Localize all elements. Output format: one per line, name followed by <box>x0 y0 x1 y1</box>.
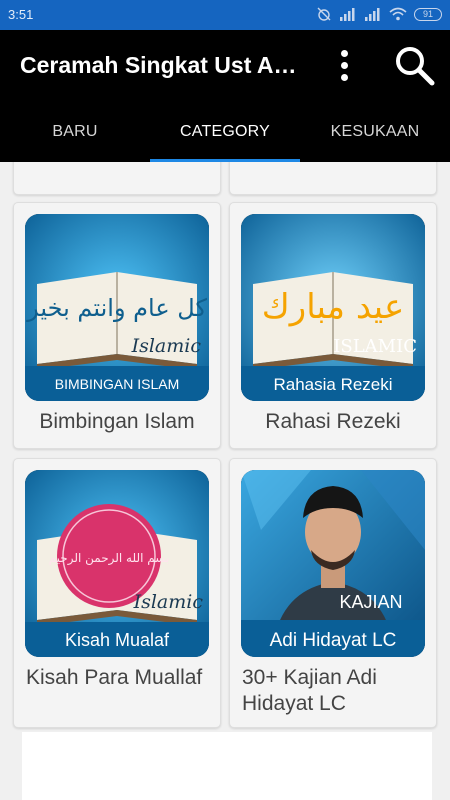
alarm-off-icon <box>317 7 331 21</box>
wifi-icon <box>389 7 407 21</box>
category-thumbnail: بسم الله الرحمن الرحيم Islamic Kisah Mua… <box>25 470 209 657</box>
status-time: 3:51 <box>8 7 34 22</box>
tab-category[interactable]: CATEGORY <box>150 102 300 162</box>
tab-baru[interactable]: BARU <box>0 102 150 162</box>
thumbnail-tag: ISLAMIC <box>333 336 417 357</box>
category-card-rahasi-rezeki[interactable]: عيد مبارك ISLAMIC Rahasia Rezeki Rahasi … <box>229 202 437 449</box>
category-thumbnail: كل عام وانتم بخير Islamic BIMBINGAN ISLA… <box>25 214 209 401</box>
thumbnail-tag: Islamic <box>131 335 202 357</box>
app-title: Ceramah Singkat Ust Adi Hidayat <box>20 52 302 78</box>
category-thumbnail: KAJIAN Adi Hidayat LC <box>241 470 425 657</box>
category-card-kajian-adi-hidayat[interactable]: KAJIAN Adi Hidayat LC 30+ Kajian Adi Hid… <box>229 458 437 728</box>
signal-icon <box>340 8 355 21</box>
category-label: 30+ Kajian Adi Hidayat LC <box>242 666 377 715</box>
more-options-button[interactable] <box>328 46 362 86</box>
thumbnail-caption: Rahasia Rezeki <box>273 375 392 394</box>
category-card-partial[interactable] <box>229 162 437 195</box>
category-label: Rahasi Rezeki <box>265 410 401 433</box>
thumbnail-script: عيد مبارك <box>262 287 404 327</box>
status-bar: 3:51 91 <box>0 0 450 30</box>
thumbnail-tag: Islamic <box>133 591 204 613</box>
thumbnail-tag: KAJIAN <box>339 592 402 612</box>
ad-banner[interactable] <box>22 732 432 800</box>
category-thumbnail: عيد مبارك ISLAMIC Rahasia Rezeki <box>241 214 425 401</box>
category-card-kisah-para-muallaf[interactable]: بسم الله الرحمن الرحيم Islamic Kisah Mua… <box>13 458 221 728</box>
category-card-partial[interactable] <box>13 162 221 195</box>
thumbnail-caption: Adi Hidayat LC <box>270 630 397 651</box>
search-button[interactable] <box>392 44 438 88</box>
search-icon <box>396 47 435 86</box>
category-grid: كل عام وانتم بخير Islamic BIMBINGAN ISLA… <box>0 162 450 800</box>
category-label: Kisah Para Muallaf <box>26 666 203 689</box>
thumbnail-caption: Kisah Mualaf <box>65 630 170 650</box>
thumbnail-script: كل عام وانتم بخير <box>26 294 207 322</box>
app-toolbar: Ceramah Singkat Ust Adi Hidayat <box>0 30 450 102</box>
thumbnail-script: بسم الله الرحمن الرحيم <box>49 551 170 566</box>
battery-icon: 91 <box>414 7 442 21</box>
category-card-bimbingan-islam[interactable]: كل عام وانتم بخير Islamic BIMBINGAN ISLA… <box>13 202 221 449</box>
signal-icon-2 <box>365 8 380 21</box>
tab-bar: BARU CATEGORY KESUKAAN <box>0 102 450 162</box>
thumbnail-caption: BIMBINGAN ISLAM <box>55 376 179 392</box>
more-vert-icon <box>341 50 348 57</box>
category-label: Bimbingan Islam <box>39 410 195 433</box>
status-icons: 91 <box>316 6 442 22</box>
tab-kesukaan[interactable]: KESUKAAN <box>300 102 450 162</box>
